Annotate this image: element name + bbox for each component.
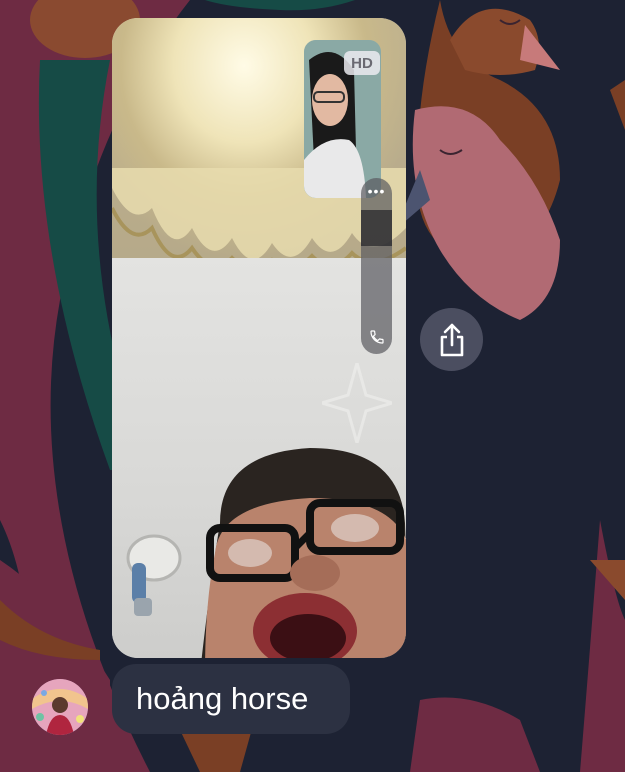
sender-avatar[interactable]	[32, 679, 88, 735]
message-bubble[interactable]: hoảng horse	[112, 664, 350, 734]
more-options-button[interactable]: •••	[361, 184, 392, 204]
remote-participant-face	[201, 448, 406, 658]
end-call-button[interactable]	[361, 326, 392, 348]
message-text: hoảng horse	[136, 681, 309, 716]
share-button[interactable]	[420, 308, 483, 371]
volume-slider-fill[interactable]	[361, 210, 392, 246]
avatar-image	[32, 679, 88, 735]
hd-quality-badge: HD	[344, 51, 380, 75]
call-controls-bar[interactable]: •••	[361, 178, 392, 354]
ceiling-star-decoration	[322, 363, 392, 443]
phone-icon	[369, 330, 384, 344]
share-icon	[440, 323, 463, 356]
wall-lamp	[126, 534, 182, 616]
